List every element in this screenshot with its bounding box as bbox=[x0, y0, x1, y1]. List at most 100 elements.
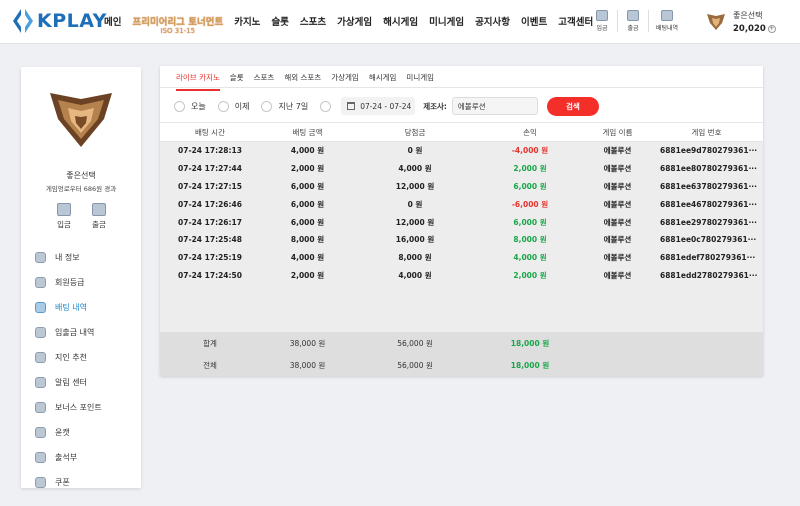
nav-customer-center[interactable]: 고객센터 bbox=[558, 14, 593, 28]
profit-loss-cell: -4,000 원 bbox=[511, 146, 549, 156]
col-bet-amount: 배팅 금액 bbox=[292, 127, 323, 137]
sidebar-item-label: 내 정보 bbox=[55, 253, 80, 262]
total-label: 전체 bbox=[203, 360, 217, 370]
betting-history-panel: 라이브 카지노 슬롯 스포츠 해외 스포츠 가상게임 해시게임 미니게임 오늘 … bbox=[160, 66, 763, 376]
table-row[interactable]: 07-24 17:25:19 4,000 원 8,000 원 4,000 원 에볼루션 6… bbox=[160, 249, 763, 267]
radio-circle bbox=[217, 100, 229, 112]
table-row[interactable]: 07-24 17:24:50 2,000 원 4,000 원 2,000 원 에볼루션 6… bbox=[160, 267, 763, 285]
bell-icon bbox=[35, 377, 46, 388]
bet-amount-cell: 2,000 원 bbox=[290, 164, 325, 174]
tab-hash-game[interactable]: 해시게임 bbox=[369, 72, 397, 91]
sidebar-item-betting-history[interactable]: 배팅 내역 bbox=[35, 295, 102, 320]
game-id-cell: 6881ee46780279361··· bbox=[660, 199, 757, 209]
sidebar-menu: 내 정보 회원등급 배팅 내역 입출금 내역 지인 추천 알림 센터 보너스 포… bbox=[35, 245, 102, 495]
tab-divider bbox=[160, 87, 763, 88]
sidebar-item-my-info[interactable]: 내 정보 bbox=[35, 245, 102, 270]
custom-range-radio[interactable] bbox=[320, 100, 337, 112]
tab-slot[interactable]: 슬롯 bbox=[230, 72, 244, 91]
winnings-cell: 0 원 bbox=[407, 199, 423, 209]
nav-notice[interactable]: 공지사항 bbox=[475, 14, 510, 28]
nav-sports[interactable]: 스포츠 bbox=[300, 14, 326, 28]
nav-main[interactable]: 메인 bbox=[104, 14, 121, 28]
game-id-cell: 6881ee9d780279361··· bbox=[660, 146, 758, 156]
table-row[interactable]: 07-24 17:27:44 2,000 원 4,000 원 2,000 원 에볼루션 6… bbox=[160, 160, 763, 178]
rank-avatar-icon bbox=[50, 93, 112, 147]
game-name-cell: 에볼루션 bbox=[603, 235, 632, 245]
nav-hash-game[interactable]: 해시게임 bbox=[383, 14, 418, 28]
user-info[interactable]: 좋은선택 20,020 + bbox=[706, 10, 776, 34]
winnings-cell: 4,000 원 bbox=[398, 270, 432, 280]
bonus-icon bbox=[35, 402, 46, 413]
coupon-icon bbox=[35, 477, 46, 488]
betting-history-icon bbox=[661, 10, 673, 21]
bet-amount-cell: 6,000 원 bbox=[290, 217, 325, 227]
sidebar-item-label: 윤캣 bbox=[55, 428, 70, 437]
yesterday-radio[interactable]: 이제 bbox=[217, 100, 249, 112]
tab-sports[interactable]: 스포츠 bbox=[254, 72, 275, 91]
sidebar-item-notifications[interactable]: 알림 센터 bbox=[35, 370, 102, 395]
table-row[interactable]: 07-24 17:26:17 6,000 원 12,000 원 6,000 원 에볼루션… bbox=[160, 213, 763, 231]
profit-loss-cell: -6,000 원 bbox=[511, 199, 549, 209]
game-name-cell: 에볼루션 bbox=[603, 270, 632, 280]
date-range-picker[interactable]: 07-24 - 07-24 bbox=[341, 97, 416, 115]
sidebar-deposit-button[interactable]: 입금 bbox=[52, 203, 76, 230]
today-radio[interactable]: 오늘 bbox=[174, 100, 206, 112]
last-7-days-radio[interactable]: 지난 7일 bbox=[261, 100, 308, 112]
nav-casino[interactable]: 카지노 bbox=[234, 14, 260, 28]
plus-icon[interactable]: + bbox=[767, 24, 776, 33]
table-row[interactable]: 07-24 17:26:46 6,000 원 0 원 -6,000 원 에볼루션 6881… bbox=[160, 195, 763, 213]
sidebar-item-label: 배팅 내역 bbox=[55, 303, 87, 312]
nav-promo-tournament[interactable]: 프리미어리그 토너먼트 ISO 31-15 bbox=[132, 14, 223, 35]
search-button[interactable]: 검색 bbox=[546, 96, 599, 116]
bet-time-cell: 07-24 17:25:19 bbox=[178, 253, 242, 263]
table-row[interactable]: 07-24 17:28:13 4,000 원 0 원 -4,000 원 에볼루션 6881… bbox=[160, 142, 763, 160]
sidebar-withdraw-button[interactable]: 출금 bbox=[87, 203, 111, 230]
nav-slot[interactable]: 슬롯 bbox=[271, 14, 288, 28]
sidebar-item-label: 회원등급 bbox=[55, 278, 85, 287]
radio-circle bbox=[261, 100, 273, 112]
tab-live-casino[interactable]: 라이브 카지노 bbox=[176, 72, 220, 91]
game-name-cell: 에볼루션 bbox=[603, 199, 632, 209]
sidebar-item-attendance[interactable]: 출석부 bbox=[35, 445, 102, 470]
profit-loss-cell: 2,000 원 bbox=[513, 270, 547, 280]
tab-virtual-game[interactable]: 가상게임 bbox=[331, 72, 359, 91]
filter-bar: 오늘 이제 지난 7일 07-24 - 07-24 제조사: 검색 bbox=[174, 96, 599, 116]
kplay-logo[interactable]: KPLAY bbox=[12, 8, 107, 34]
profile-icon bbox=[35, 252, 46, 263]
bet-amount-cell: 4,000 원 bbox=[290, 253, 325, 263]
bet-time-cell: 07-24 17:25:48 bbox=[178, 235, 242, 245]
maker-label: 제조사: bbox=[423, 101, 447, 111]
tab-mini-game[interactable]: 미니게임 bbox=[406, 72, 434, 91]
user-points: 20,020 + bbox=[733, 24, 776, 34]
game-id-cell: 6881edef780279361··· bbox=[660, 253, 756, 263]
total-label: 합계 bbox=[203, 338, 217, 348]
nav-mini-game[interactable]: 미니게임 bbox=[429, 14, 464, 28]
withdraw-icon bbox=[92, 203, 106, 216]
user-name: 좋은선택 bbox=[733, 11, 763, 20]
sidebar-item-bonus-points[interactable]: 보너스 포인트 bbox=[35, 395, 102, 420]
table-row[interactable]: 07-24 17:27:15 6,000 원 12,000 원 6,000 원 에볼루션… bbox=[160, 178, 763, 196]
total-bet-amount: 38,000 원 bbox=[289, 338, 326, 348]
nav-virtual-game[interactable]: 가상게임 bbox=[337, 14, 372, 28]
sidebar-item-label: 쿠폰 bbox=[55, 478, 70, 487]
table-row[interactable]: 07-24 17:25:48 8,000 원 16,000 원 8,000 원 에볼루션… bbox=[160, 231, 763, 249]
winnings-cell: 12,000 원 bbox=[395, 217, 435, 227]
tab-overseas-sports[interactable]: 해외 스포츠 bbox=[284, 72, 321, 91]
bet-time-cell: 07-24 17:27:44 bbox=[178, 164, 242, 174]
game-name-cell: 에볼루션 bbox=[603, 146, 632, 156]
top-withdraw-button[interactable]: 출금 bbox=[621, 10, 645, 32]
top-deposit-button[interactable]: 입금 bbox=[590, 10, 614, 32]
sidebar-item-coupon[interactable]: 쿠폰 bbox=[35, 470, 102, 495]
sidebar-item-label: 지인 추천 bbox=[55, 353, 87, 362]
sidebar-item-cat[interactable]: 윤캣 bbox=[35, 420, 102, 445]
top-betting-history-button[interactable]: 배팅내역 bbox=[654, 10, 680, 32]
sidebar-item-member-grade[interactable]: 회원등급 bbox=[35, 270, 102, 295]
sidebar-item-referral[interactable]: 지인 추천 bbox=[35, 345, 102, 370]
sidebar-item-transactions[interactable]: 입출금 내역 bbox=[35, 320, 102, 345]
nav-event[interactable]: 이벤트 bbox=[521, 14, 547, 28]
top-betting-history-label: 배팅내역 bbox=[655, 25, 679, 32]
maker-input[interactable] bbox=[451, 97, 538, 115]
total-winnings: 56,000 원 bbox=[397, 338, 433, 348]
grade-icon bbox=[35, 277, 46, 288]
bet-amount-cell: 6,000 원 bbox=[290, 199, 325, 209]
